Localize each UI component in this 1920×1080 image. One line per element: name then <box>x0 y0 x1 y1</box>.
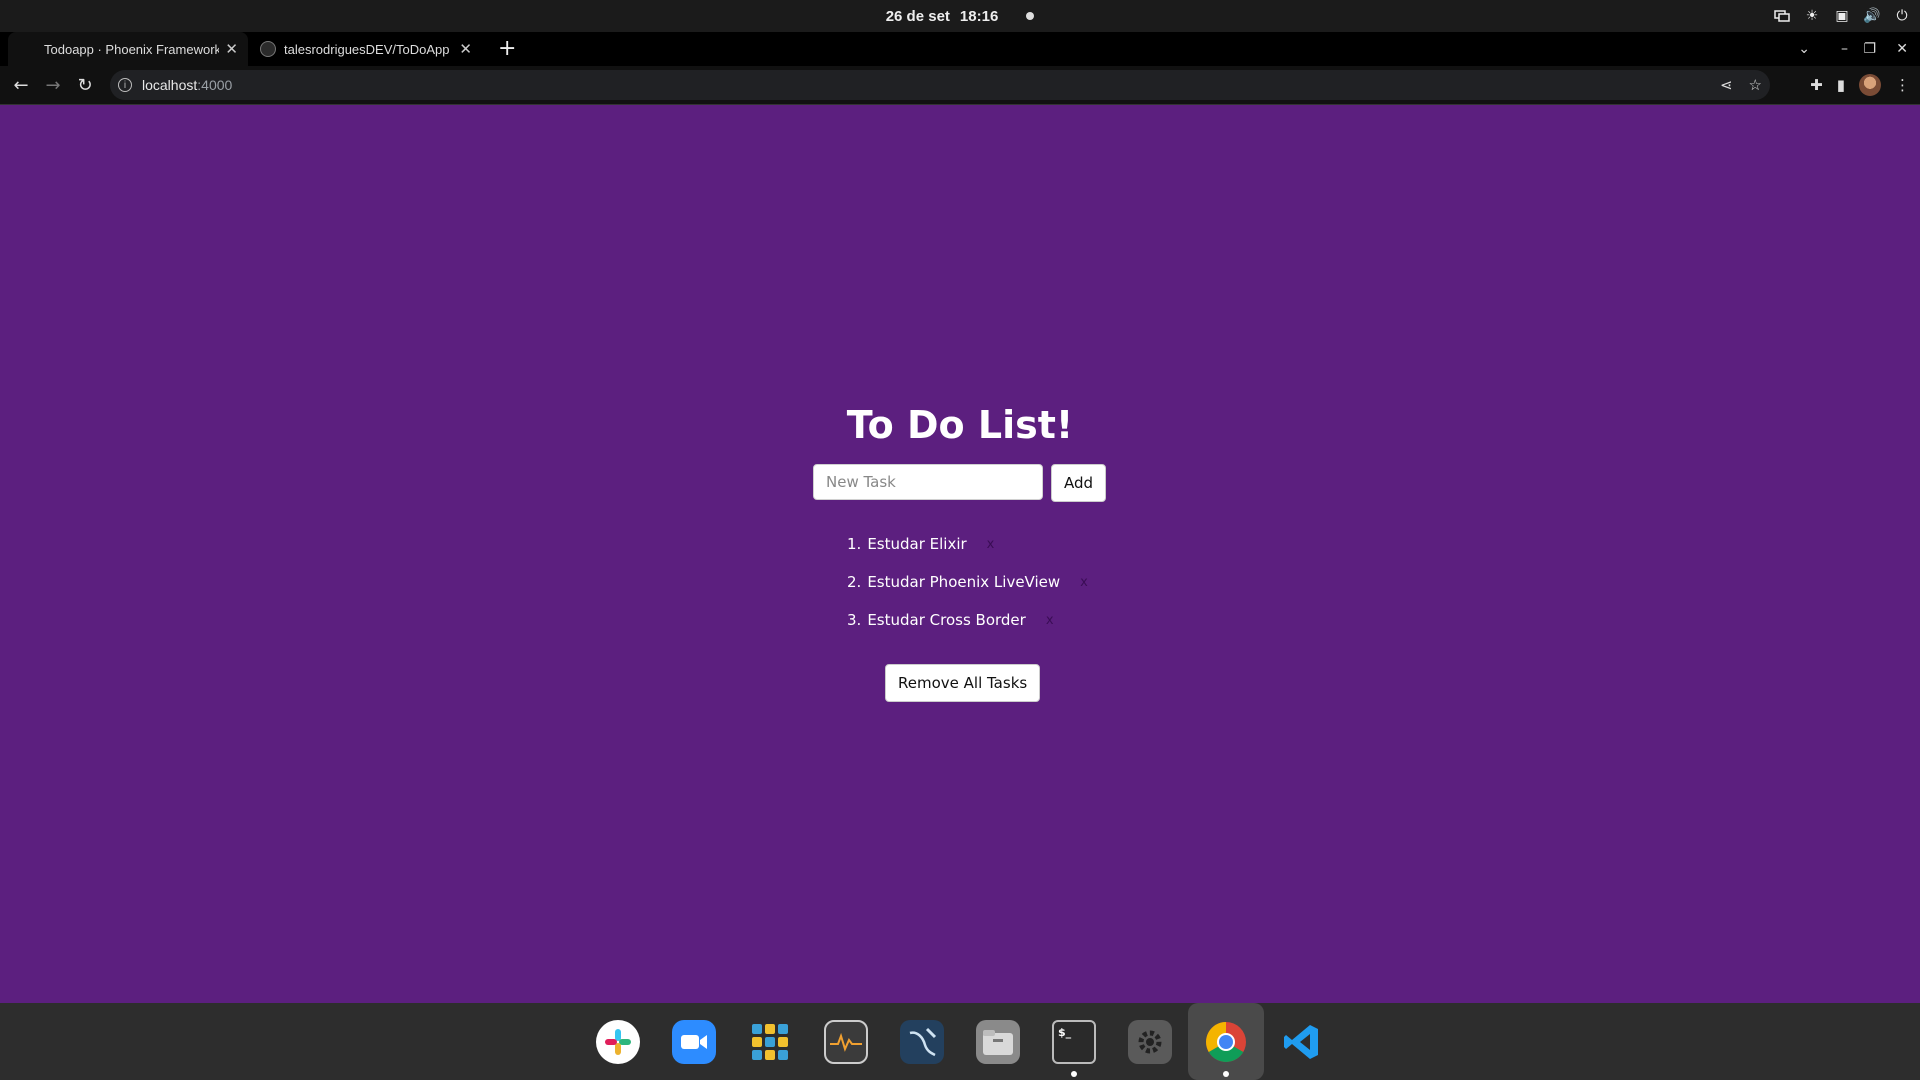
vscode-icon <box>1280 1020 1324 1064</box>
slack-icon <box>596 1019 640 1064</box>
toolbar-right: ✚ ▮ ⋮ <box>1810 66 1910 104</box>
close-icon[interactable]: ✕ <box>225 40 238 58</box>
browser-toolbar: ← → ↻ i localhost:4000 ⋖ ☆ <box>0 66 1920 105</box>
list-item: 1. Estudar Elixir x <box>847 525 1088 563</box>
date-label: 26 de set <box>885 7 950 25</box>
close-window-icon[interactable]: ✕ <box>1896 32 1908 66</box>
window-icon[interactable]: ▣ <box>1834 8 1850 24</box>
terminal-icon: $_ <box>1052 1019 1096 1064</box>
time-label: 18:16 <box>959 7 999 25</box>
tab-search-icon[interactable]: ⌄ <box>1798 32 1810 66</box>
task-text: Estudar Cross Border <box>867 611 1026 629</box>
task-list: 1. Estudar Elixir x 2. Estudar Phoenix L… <box>847 525 1088 639</box>
dock: $_ <box>0 1003 1920 1080</box>
task-text: Estudar Elixir <box>867 535 967 553</box>
new-tab-icon[interactable]: + <box>498 38 516 60</box>
dock-item-chrome[interactable] <box>1188 1003 1264 1080</box>
volume-icon[interactable]: 🔊 <box>1863 8 1880 24</box>
url-host: localhost <box>142 77 198 93</box>
list-item: 2. Estudar Phoenix LiveView x <box>847 563 1088 601</box>
delete-task-button[interactable]: x <box>987 537 995 552</box>
close-icon[interactable]: ✕ <box>459 40 472 58</box>
dock-item-vscode[interactable] <box>1264 1003 1340 1080</box>
system-tray[interactable]: ☀ ▣ 🔊 ⏻ <box>1774 0 1910 32</box>
files-icon <box>976 1019 1020 1064</box>
new-task-input[interactable] <box>813 464 1043 500</box>
system-top-bar: 26 de set 18:16 ☀ ▣ 🔊 ⏻ <box>0 0 1920 32</box>
delete-task-button[interactable]: x <box>1080 575 1088 590</box>
add-button[interactable]: Add <box>1051 464 1107 502</box>
dock-item-settings[interactable] <box>1112 1003 1188 1080</box>
chrome-icon <box>1204 1020 1248 1064</box>
reload-icon[interactable]: ↻ <box>74 74 96 96</box>
new-task-form: Add <box>813 464 1107 502</box>
tab-github[interactable]: talesrodriguesDEV/ToDoApp ✕ <box>258 32 482 66</box>
task-number: 3. <box>847 611 862 629</box>
tab-todoapp[interactable]: Todoapp · Phoenix Framework ✕ <box>8 32 248 66</box>
dock-item-zoom[interactable] <box>656 1003 732 1080</box>
tab-strip: Todoapp · Phoenix Framework ✕ talesrodri… <box>0 32 1920 66</box>
tab-title: talesrodriguesDEV/ToDoApp <box>284 41 450 57</box>
bookmark-star-icon[interactable]: ☆ <box>1749 76 1762 94</box>
dock-item-files[interactable] <box>960 1003 1036 1080</box>
remove-all-tasks-button[interactable]: Remove All Tasks <box>885 664 1041 702</box>
running-indicator <box>1071 1071 1077 1077</box>
notification-dot <box>1026 12 1035 20</box>
dock-item-system-monitor[interactable] <box>808 1003 884 1080</box>
brightness-icon[interactable]: ☀ <box>1804 8 1820 24</box>
url-port: :4000 <box>197 77 233 93</box>
dock-item-slack[interactable] <box>580 1003 656 1080</box>
avatar[interactable] <box>1859 74 1881 96</box>
site-info-icon[interactable]: i <box>118 78 132 92</box>
side-panel-icon[interactable]: ▮ <box>1837 76 1845 94</box>
app-grid-icon <box>748 1020 792 1064</box>
github-icon <box>260 41 276 57</box>
running-indicator <box>1223 1071 1229 1077</box>
dock-item-app-grid[interactable] <box>732 1003 808 1080</box>
clock[interactable]: 26 de set 18:16 <box>0 0 1920 32</box>
task-text: Estudar Phoenix LiveView <box>867 573 1061 591</box>
list-item: 3. Estudar Cross Border x <box>847 601 1088 639</box>
back-icon[interactable]: ← <box>10 74 32 96</box>
page-content: To Do List! Add 1. Estudar Elixir x 2. E… <box>0 105 1920 1003</box>
minimize-icon[interactable]: – <box>1841 32 1848 66</box>
power-icon[interactable]: ⏻ <box>1894 8 1910 24</box>
task-number: 2. <box>847 573 862 591</box>
menu-icon[interactable]: ⋮ <box>1895 76 1910 94</box>
forward-icon[interactable]: → <box>42 74 64 96</box>
mysql-workbench-icon <box>900 1019 944 1064</box>
share-icon[interactable]: ⋖ <box>1720 76 1733 94</box>
screen-share-icon[interactable] <box>1774 8 1790 24</box>
dock-item-mysql-workbench[interactable] <box>884 1003 960 1080</box>
dock-item-terminal[interactable]: $_ <box>1036 1003 1112 1080</box>
system-monitor-icon <box>824 1019 868 1064</box>
restore-icon[interactable]: ❐ <box>1863 32 1876 66</box>
task-number: 1. <box>847 535 862 553</box>
extensions-icon[interactable]: ✚ <box>1810 76 1823 94</box>
page-title: To Do List! <box>846 403 1074 447</box>
zoom-icon <box>672 1019 716 1064</box>
tab-title: Todoapp · Phoenix Framework <box>44 41 219 57</box>
delete-task-button[interactable]: x <box>1046 613 1054 628</box>
settings-icon <box>1128 1019 1172 1064</box>
address-bar[interactable]: i localhost:4000 ⋖ ☆ <box>110 70 1770 100</box>
